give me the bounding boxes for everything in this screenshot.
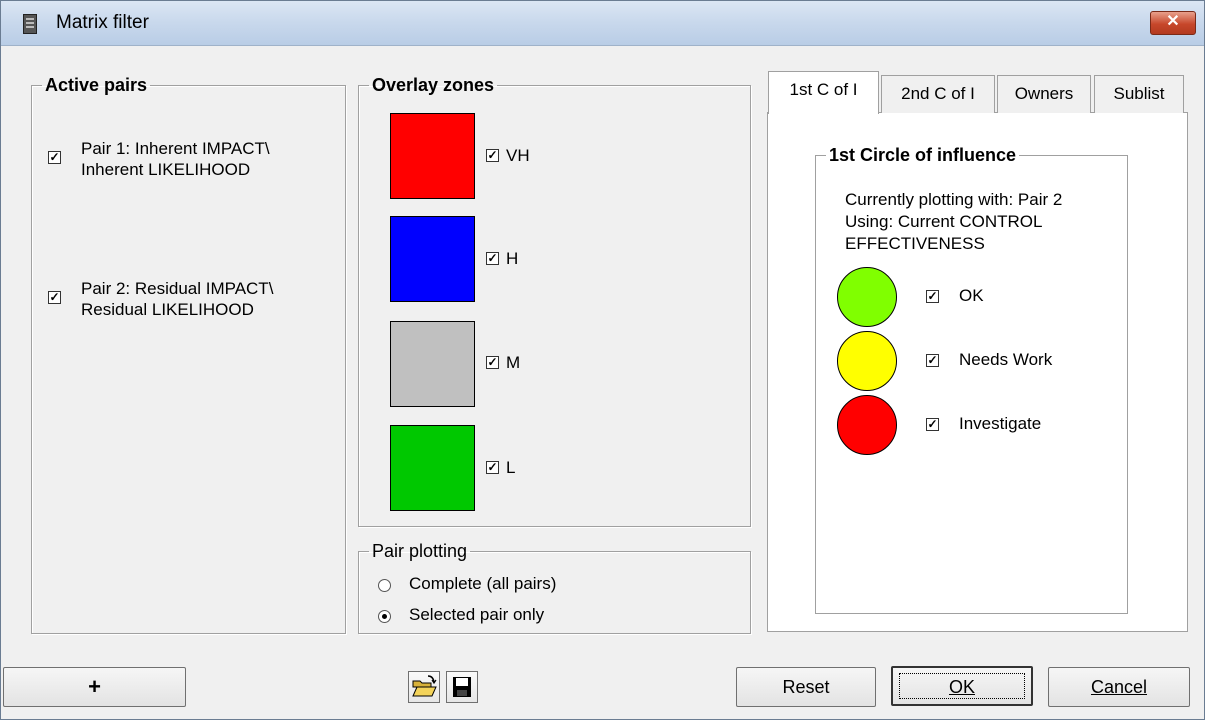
plotting-info-line2: Using: Current CONTROL xyxy=(845,212,1043,231)
active-pairs-legend: Active pairs xyxy=(45,75,148,95)
tab-owners[interactable]: Owners xyxy=(997,75,1091,113)
status-ok-checkbox[interactable]: ✓ xyxy=(926,290,939,303)
tab-sublist[interactable]: Sublist xyxy=(1094,75,1184,113)
zone-h-checkbox[interactable]: ✓ xyxy=(486,252,499,265)
tab-1st-c-of-i[interactable]: 1st C of I xyxy=(768,71,879,114)
zone-l-checkbox[interactable]: ✓ xyxy=(486,461,499,474)
tab-2nd-c-of-i[interactable]: 2nd C of I xyxy=(881,75,995,113)
zone-m-swatch xyxy=(390,321,475,407)
cancel-button[interactable]: Cancel xyxy=(1048,667,1190,707)
matrix-filter-window: Matrix filter ✕ Active pairs ✓ Pair 1: I… xyxy=(0,0,1205,720)
status-needs-work-checkbox[interactable]: ✓ xyxy=(926,354,939,367)
pair-plotting-legend: Pair plotting xyxy=(372,541,468,561)
status-investigate-checkbox[interactable]: ✓ xyxy=(926,418,939,431)
zone-m-label: M xyxy=(506,353,521,372)
radio-complete[interactable] xyxy=(378,579,391,592)
zone-l-swatch xyxy=(390,425,475,511)
circle-of-influence-legend: 1st Circle of influence xyxy=(826,145,1020,166)
status-needs-work-label: Needs Work xyxy=(959,350,1053,369)
title-bar: Matrix filter ✕ xyxy=(1,1,1204,46)
zone-vh-swatch xyxy=(390,113,475,199)
pair-2-label-line2: Residual LIKELIHOOD xyxy=(81,300,254,319)
radio-selected-pair[interactable] xyxy=(378,610,391,623)
zone-h-label: H xyxy=(506,249,519,268)
zone-h-swatch xyxy=(390,216,475,302)
pair-2-label-line1: Pair 2: Residual IMPACT\ xyxy=(81,279,274,298)
plotting-info-line3: EFFECTIVENESS xyxy=(845,234,985,253)
floppy-disk-icon xyxy=(453,677,471,697)
status-investigate-circle xyxy=(837,395,897,455)
overlay-zones-legend: Overlay zones xyxy=(372,75,495,95)
zone-vh-checkbox[interactable]: ✓ xyxy=(486,149,499,162)
plotting-info-line1: Currently plotting with: Pair 2 xyxy=(845,190,1063,209)
status-investigate-label: Investigate xyxy=(959,414,1042,433)
radio-complete-label: Complete (all pairs) xyxy=(409,574,557,593)
open-folder-icon xyxy=(412,675,437,697)
pair-1-checkbox[interactable]: ✓ xyxy=(48,151,61,164)
add-button[interactable]: + xyxy=(3,667,186,707)
status-ok-label: OK xyxy=(959,286,984,305)
save-button[interactable] xyxy=(446,671,478,703)
app-icon xyxy=(23,14,37,34)
zone-vh-label: VH xyxy=(506,146,530,165)
reset-button[interactable]: Reset xyxy=(736,667,876,707)
zone-m-checkbox[interactable]: ✓ xyxy=(486,356,499,369)
close-button[interactable]: ✕ xyxy=(1150,11,1196,35)
status-needs-work-circle xyxy=(837,331,897,391)
zone-l-label: L xyxy=(506,458,516,477)
ok-focus-rect xyxy=(899,673,1025,699)
window-title: Matrix filter xyxy=(56,12,149,33)
pair-1-label-line1: Pair 1: Inherent IMPACT\ xyxy=(81,139,270,158)
pair-1-label-line2: Inherent LIKELIHOOD xyxy=(81,160,251,179)
ok-button[interactable]: OK xyxy=(891,666,1033,706)
pair-2-checkbox[interactable]: ✓ xyxy=(48,291,61,304)
radio-selected-pair-label: Selected pair only xyxy=(409,605,545,624)
open-button[interactable] xyxy=(408,671,440,703)
status-ok-circle xyxy=(837,267,897,327)
cancel-button-label: Cancel xyxy=(1090,677,1148,697)
